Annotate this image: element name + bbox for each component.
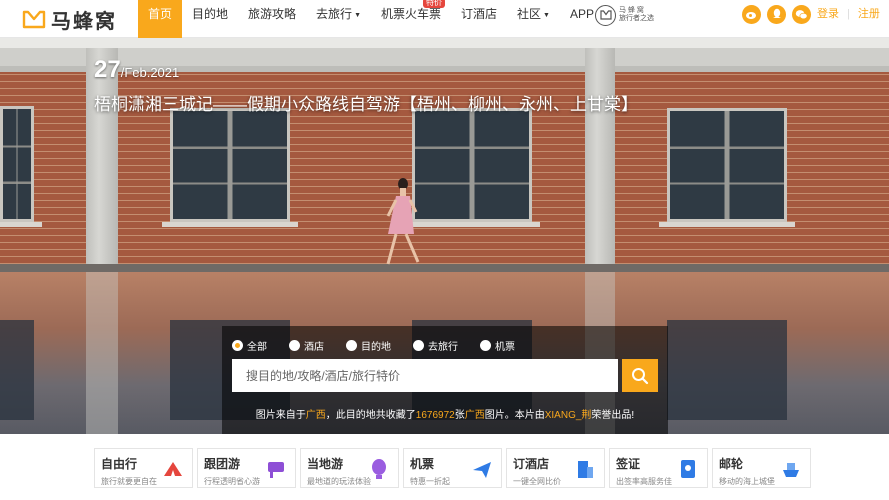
partner-line2: 旅行者之选: [619, 15, 654, 22]
credit-count: 1676972: [415, 410, 455, 421]
nav-item-label: 目的地: [192, 7, 229, 21]
window-sill: [162, 222, 298, 227]
radio-dot-icon: [346, 340, 357, 351]
window-reflection: [0, 320, 34, 420]
category-card[interactable]: 机票 特惠一折起: [403, 448, 502, 488]
category-card[interactable]: 跟团游 行程透明省心游: [197, 448, 296, 488]
credit-text: ，此目的地共收藏了: [325, 410, 416, 421]
category-cards: 自由行 旅行就要更自在 跟团游 行程透明省心游 当地游 最地道的玩法体验 机票 特惠一折起 订酒…: [94, 448, 815, 488]
hero-date-rest: /Feb.2021: [120, 65, 180, 80]
hero-date: 27/Feb.2021: [94, 56, 179, 84]
login-link[interactable]: 登录: [817, 0, 839, 28]
building-icon: [574, 458, 596, 480]
ship-icon: [780, 458, 802, 480]
radio-dot-icon: [413, 340, 424, 351]
radio-dot-icon: [289, 340, 300, 351]
airplane-icon: [471, 458, 493, 480]
radio-label: 全部: [247, 342, 267, 353]
flag-icon: [265, 458, 287, 480]
balloon-icon: [368, 458, 390, 480]
nav-item-label: APP: [569, 7, 594, 21]
photo-credit: 图片来自于广西，此目的地共收藏了1676972张广西图片。本片由XIANG_荆荣…: [222, 406, 668, 421]
radio-label: 机票: [495, 342, 515, 353]
register-link[interactable]: 注册: [858, 0, 880, 28]
main-nav: 首页 目的地 旅游攻略 去旅行 ▼ 机票火车票 特价 订酒店 社区 ▼ APP: [138, 0, 604, 38]
nav-item[interactable]: 去旅行 ▼: [306, 0, 371, 38]
search-panel: 全部酒店目的地去旅行机票 图片来自于广西，此目的地共收藏了1676972张广西图…: [222, 326, 668, 434]
category-card[interactable]: 自由行 旅行就要更自在: [94, 448, 193, 488]
building-window: [667, 108, 787, 222]
weibo-icon[interactable]: [742, 5, 761, 24]
partner-line1: 马 蜂 窝: [619, 7, 644, 14]
nav-item-label: 机票火车票: [381, 7, 442, 21]
credit-text: 图片。本片由: [484, 410, 545, 421]
walking-woman: [386, 178, 420, 265]
logo-text: 马蜂窝: [51, 10, 117, 33]
qq-icon[interactable]: [767, 5, 786, 24]
hero-sky: [0, 38, 889, 48]
radio-label: 酒店: [304, 342, 324, 353]
nav-item[interactable]: 订酒店: [451, 0, 507, 38]
wechat-icon[interactable]: [792, 5, 811, 24]
pillar-reflection: [86, 272, 118, 434]
credit-place-link[interactable]: 广西: [306, 410, 326, 421]
building-window: [412, 108, 532, 222]
nav-item[interactable]: 机票火车票 特价: [371, 0, 451, 38]
category-card[interactable]: 订酒店 一键全网比价: [506, 448, 605, 488]
promo-badge: 特价: [423, 0, 446, 8]
nav-item-label: 首页: [148, 7, 173, 21]
top-header: 马蜂窝 首页 目的地 旅游攻略 去旅行 ▼ 机票火车票 特价 订酒店 社区 ▼ APP 马 蜂 窝 …: [0, 0, 889, 38]
search-button[interactable]: [622, 359, 658, 392]
window-sill: [659, 222, 795, 227]
nav-item-label: 社区: [517, 7, 542, 21]
partner-logo-icon: [595, 4, 616, 26]
radio-dot-icon: [232, 340, 243, 351]
search-type-radio[interactable]: 目的地: [346, 338, 391, 353]
window-sill: [0, 222, 42, 227]
building-window: [0, 106, 34, 222]
chevron-down-icon: ▼: [354, 12, 361, 19]
search-input[interactable]: [232, 359, 618, 392]
search-type-radio[interactable]: 全部: [232, 338, 267, 353]
partner-text: 马 蜂 窝 旅行者之选: [619, 7, 654, 23]
category-card[interactable]: 签证 出签率高服务佳: [609, 448, 708, 488]
concrete-pillar: [585, 48, 615, 270]
category-card[interactable]: 当地游 最地道的玩法体验: [300, 448, 399, 488]
radio-dot-icon: [480, 340, 491, 351]
radio-label: 目的地: [361, 342, 391, 353]
radio-label: 去旅行: [428, 342, 458, 353]
logo-mark-icon: [22, 10, 46, 29]
search-type-radio[interactable]: 机票: [480, 338, 515, 353]
hero-title[interactable]: 梧桐潇湘三城记——假期小众路线自驾游【梧州、柳州、永州、上甘棠】: [94, 90, 638, 115]
credit-text: 荣誉出品!: [591, 410, 635, 421]
tent-icon: [162, 458, 184, 480]
site-logo[interactable]: 马蜂窝: [22, 6, 117, 33]
nav-item[interactable]: 首页: [138, 0, 183, 38]
chevron-down-icon: ▼: [543, 12, 550, 19]
nav-item[interactable]: 社区 ▼: [507, 0, 560, 38]
search-icon: [632, 367, 649, 384]
search-type-radio[interactable]: 去旅行: [413, 338, 458, 353]
ground-edge: [0, 264, 889, 272]
search-type-radios: 全部 酒店 目的地 去旅行 机票: [232, 338, 537, 353]
nav-item-label: 订酒店: [461, 7, 498, 21]
credit-text: 张: [454, 410, 465, 421]
search-type-radio[interactable]: 酒店: [289, 338, 324, 353]
credit-text: 图片来自于: [255, 410, 306, 421]
hero-date-day: 27: [94, 56, 121, 83]
nav-item-label: 旅游攻略: [248, 7, 297, 21]
credit-place-link[interactable]: 广西: [465, 410, 485, 421]
building-window: [170, 108, 290, 222]
credit-author-link[interactable]: XIANG_荆: [545, 410, 592, 421]
nav-item-label: 去旅行: [316, 7, 353, 21]
auth-links: 登录 | 注册: [817, 0, 880, 28]
partner-badge[interactable]: 马 蜂 窝 旅行者之选: [595, 4, 654, 26]
nav-item[interactable]: 旅游攻略: [238, 0, 306, 38]
category-card[interactable]: 邮轮 移动的海上城堡: [712, 448, 811, 488]
nav-item[interactable]: 目的地: [182, 0, 238, 38]
auth-divider: |: [847, 8, 850, 20]
window-reflection: [667, 320, 787, 420]
passport-icon: [677, 458, 699, 480]
